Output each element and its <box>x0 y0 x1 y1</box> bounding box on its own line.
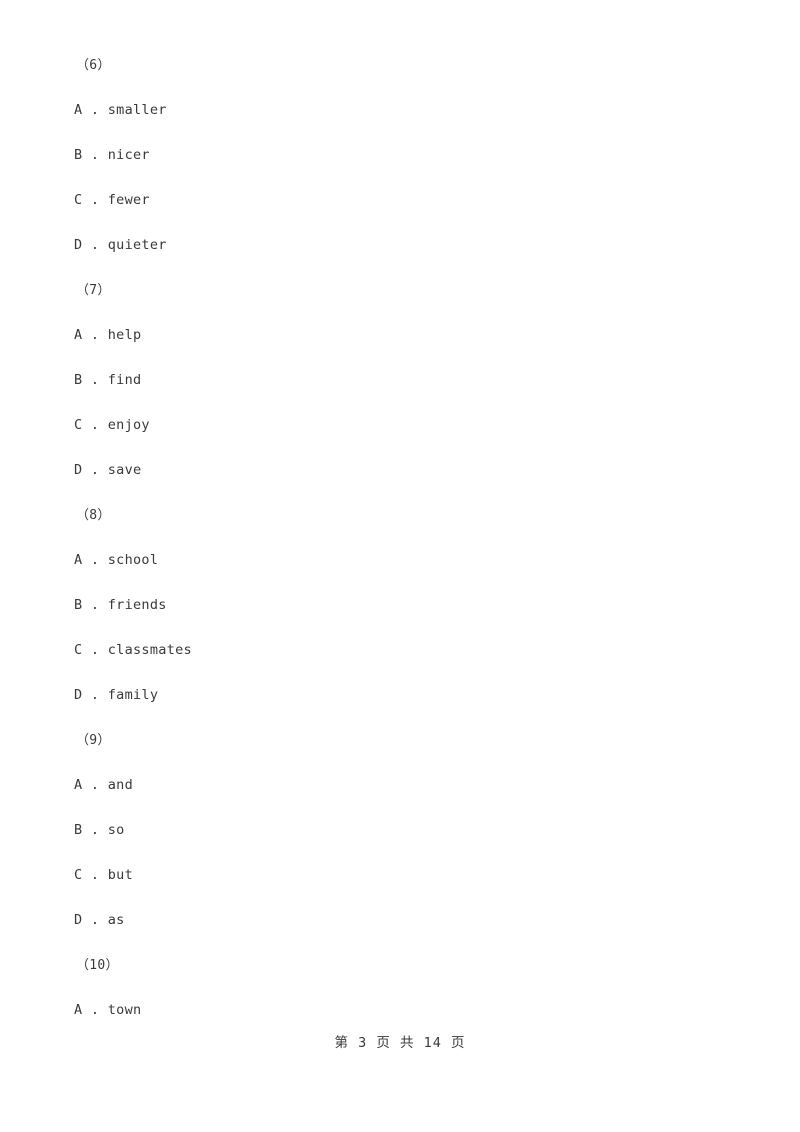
question-block: （7） A . help B . find C . enjoy D . save <box>0 268 800 493</box>
option-b[interactable]: B . find <box>0 358 800 403</box>
option-a[interactable]: A . help <box>0 313 800 358</box>
option-a[interactable]: A . town <box>0 988 800 1033</box>
question-block: （8） A . school B . friends C . classmate… <box>0 493 800 718</box>
question-list: （6） A . smaller B . nicer C . fewer D . … <box>0 0 800 1033</box>
option-c[interactable]: C . enjoy <box>0 403 800 448</box>
option-c[interactable]: C . but <box>0 853 800 898</box>
option-a[interactable]: A . smaller <box>0 88 800 133</box>
question-block: （9） A . and B . so C . but D . as <box>0 718 800 943</box>
page-footer: 第 3 页 共 14 页 <box>334 1035 466 1051</box>
question-block: （10） A . town <box>0 943 800 1033</box>
document-page: （6） A . smaller B . nicer C . fewer D . … <box>0 0 800 1132</box>
option-b[interactable]: B . so <box>0 808 800 853</box>
option-b[interactable]: B . friends <box>0 583 800 628</box>
option-d[interactable]: D . save <box>0 448 800 493</box>
question-number: （6） <box>76 58 111 73</box>
question-block: （6） A . smaller B . nicer C . fewer D . … <box>0 43 800 268</box>
option-c[interactable]: C . classmates <box>0 628 800 673</box>
question-number: （7） <box>76 283 111 298</box>
question-number: （9） <box>76 733 111 748</box>
option-a[interactable]: A . and <box>0 763 800 808</box>
option-c[interactable]: C . fewer <box>0 178 800 223</box>
question-number: （10） <box>76 958 119 973</box>
option-b[interactable]: B . nicer <box>0 133 800 178</box>
question-number: （8） <box>76 508 111 523</box>
option-d[interactable]: D . quieter <box>0 223 800 268</box>
option-d[interactable]: D . as <box>0 898 800 943</box>
option-d[interactable]: D . family <box>0 673 800 718</box>
option-a[interactable]: A . school <box>0 538 800 583</box>
